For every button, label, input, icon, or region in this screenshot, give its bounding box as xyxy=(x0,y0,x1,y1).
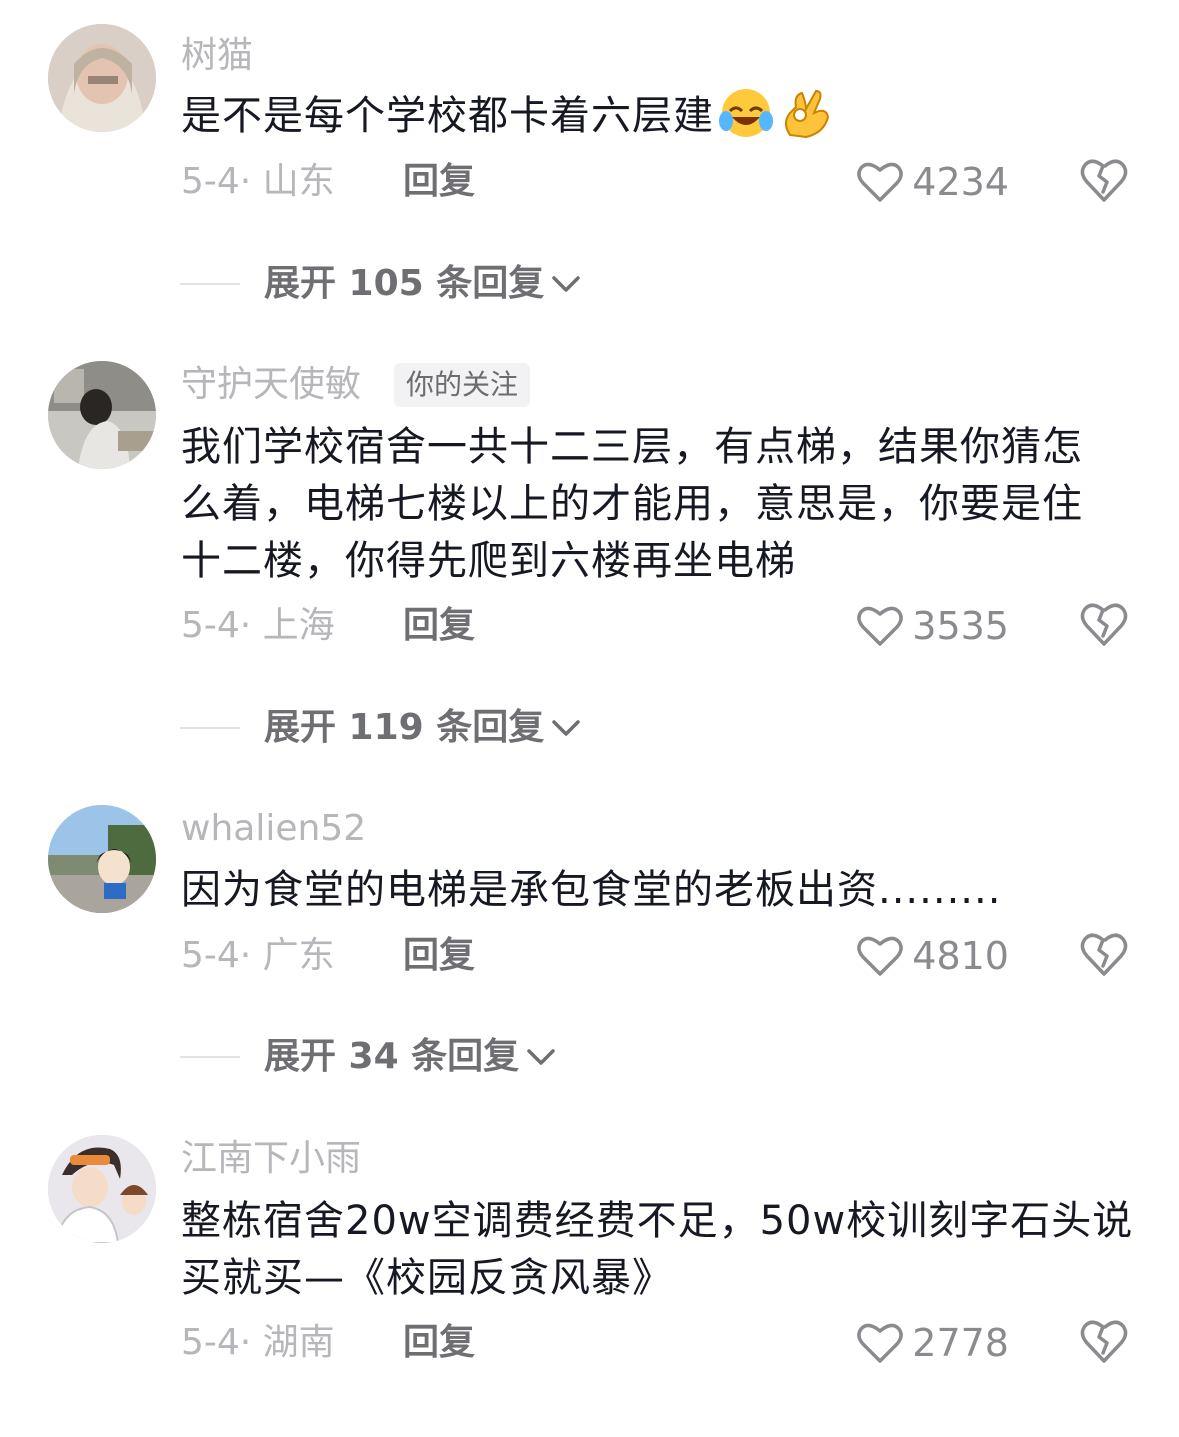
laughing-crying-emoji xyxy=(719,89,773,137)
username[interactable]: 守护天使敏 xyxy=(181,363,361,407)
like-button[interactable]: 3535 xyxy=(856,601,1009,651)
comment-text: 因为食堂的电梯是承包食堂的老板出资......... xyxy=(181,867,1002,913)
reply-button[interactable]: 回复 xyxy=(403,157,475,207)
username[interactable]: whalien52 xyxy=(181,807,366,851)
expand-replies-label: 展开 105 条回复 xyxy=(264,263,545,304)
avatar[interactable] xyxy=(48,361,156,469)
like-button[interactable]: 2778 xyxy=(856,1318,1009,1368)
username[interactable]: 树猫 xyxy=(181,34,253,78)
dislike-button[interactable] xyxy=(1079,930,1129,978)
date-location: 5-4· 上海 xyxy=(181,605,335,646)
reply-button[interactable]: 回复 xyxy=(403,931,475,981)
username[interactable]: 江南下小雨 xyxy=(181,1137,361,1181)
broken-heart-icon xyxy=(1080,933,1128,976)
broken-heart-icon xyxy=(1080,1320,1128,1363)
chevron-down-icon xyxy=(527,1049,555,1065)
like-count: 3535 xyxy=(912,604,1009,648)
like-count: 4234 xyxy=(912,160,1009,204)
expand-replies[interactable]: 展开 34 条回复 xyxy=(180,1032,557,1082)
heart-outline-icon xyxy=(857,606,904,646)
reply-button[interactable]: 回复 xyxy=(403,601,475,651)
like-count: 4810 xyxy=(912,934,1009,978)
date-location: 5-4· 湖南 xyxy=(181,1322,335,1363)
dislike-button[interactable] xyxy=(1079,1317,1129,1365)
like-button[interactable]: 4234 xyxy=(856,157,1009,207)
comment-text-content: 是不是每个学校都卡着六层建 xyxy=(181,93,714,139)
like-button[interactable]: 4810 xyxy=(856,931,1009,981)
chevron-down-icon xyxy=(552,276,580,292)
like-count: 2778 xyxy=(912,1321,1009,1365)
heart-outline-icon xyxy=(857,936,904,976)
divider xyxy=(180,727,240,729)
following-badge: 你的关注 xyxy=(394,363,531,407)
expand-replies-label: 展开 119 条回复 xyxy=(264,707,545,748)
divider xyxy=(180,283,240,285)
expand-replies-label: 展开 34 条回复 xyxy=(264,1036,520,1077)
expand-replies[interactable]: 展开 119 条回复 xyxy=(180,703,582,753)
dislike-button[interactable] xyxy=(1079,156,1129,204)
avatar[interactable] xyxy=(48,1135,156,1243)
comment-list: 树猫 是不是每个学校都卡着六层建 5-4· 山东 回复 4234 展开 105 … xyxy=(0,0,1179,1437)
heart-outline-icon xyxy=(857,1323,904,1363)
date-location: 5-4· 山东 xyxy=(181,161,335,202)
comment-text: 整栋宿舍20w空调费经费不足，50w校训刻字石头说买就买—《校园反贪风暴》 xyxy=(181,1198,1134,1301)
date-location: 5-4· 广东 xyxy=(181,935,335,976)
ok-hand-emoji xyxy=(785,89,830,139)
reply-button[interactable]: 回复 xyxy=(403,1318,475,1368)
dislike-button[interactable] xyxy=(1079,600,1129,648)
chevron-down-icon xyxy=(552,720,580,736)
avatar[interactable] xyxy=(48,24,156,132)
comment-text: 我们学校宿舍一共十二三层，有点梯，结果你猜怎么着，电梯七楼以上的才能用，意思是，… xyxy=(181,424,1083,584)
comment-text: 是不是每个学校都卡着六层建 xyxy=(181,85,1141,145)
broken-heart-icon xyxy=(1080,603,1128,646)
broken-heart-icon xyxy=(1080,159,1128,202)
heart-outline-icon xyxy=(857,162,904,202)
expand-replies[interactable]: 展开 105 条回复 xyxy=(180,259,582,309)
avatar[interactable] xyxy=(48,805,156,913)
divider xyxy=(180,1056,240,1058)
